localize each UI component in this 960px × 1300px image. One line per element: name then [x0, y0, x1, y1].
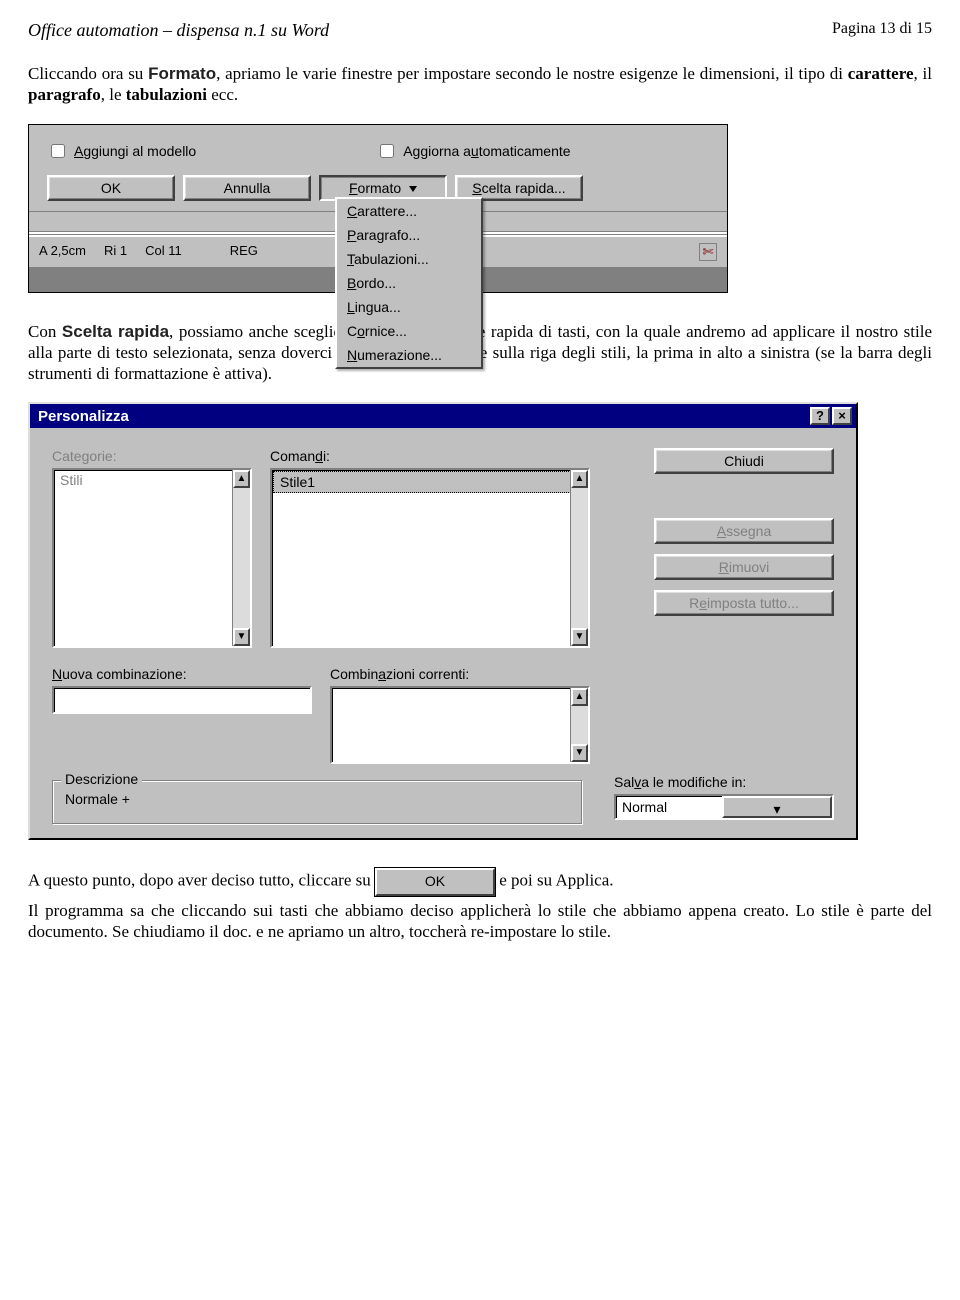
text: , il: [914, 64, 932, 83]
ok-button-inline[interactable]: OK: [375, 868, 495, 896]
checkbox-aggiorna-auto[interactable]: Aggiorna automaticamenteAggiorna automat…: [376, 141, 570, 161]
fieldset-descrizione: Descrizione Normale +: [52, 780, 582, 824]
scroll-down-icon[interactable]: ▼: [233, 628, 250, 646]
scroll-up-icon[interactable]: ▲: [571, 470, 588, 488]
text: Cliccando ora su: [28, 64, 148, 83]
input-nuova-combinazione[interactable]: [52, 686, 312, 714]
menu-item-tabulazioni[interactable]: Tabulazioni...: [337, 247, 481, 271]
menu-item-paragrafo[interactable]: Paragrafo...: [337, 223, 481, 247]
bold-tabulazioni: tabulazioni: [126, 85, 207, 104]
combo-salva-in[interactable]: Normal ▾: [614, 794, 834, 820]
doc-header-title: Office automation – dispensa n.1 su Word: [28, 20, 329, 41]
scroll-up-icon[interactable]: ▲: [571, 688, 588, 706]
help-button[interactable]: ?: [810, 407, 830, 425]
label-salva-in: Salva le modifiche in:Salva le modifiche…: [614, 774, 834, 790]
label-categorie: Categorie:Categorie:: [52, 448, 252, 464]
text: , apriamo le varie finestre per impostar…: [216, 64, 848, 83]
listbox-comandi[interactable]: Stile1 ▲ ▼: [270, 468, 590, 648]
paragraph-4: Il programma sa che cliccando sui tasti …: [28, 900, 932, 943]
scroll-down-icon[interactable]: ▼: [571, 744, 588, 762]
keyword-scelta-rapida: Scelta rapida: [62, 322, 169, 341]
close-button[interactable]: ×: [832, 407, 852, 425]
text: A questo punto, dopo aver deciso tutto, …: [28, 871, 375, 890]
paragraph-3: A questo punto, dopo aver deciso tutto, …: [28, 868, 932, 896]
menu-item-carattere[interactable]: Carattere...: [337, 199, 481, 223]
assegna-button[interactable]: AssegnaAssegna: [654, 518, 834, 544]
titlebar: Personalizza ? ×: [30, 404, 856, 428]
annulla-button[interactable]: Annulla: [183, 175, 311, 201]
text: , le: [101, 85, 126, 104]
label-nuova-combinazione: Nuova combinazione:Nuova combinazione:: [52, 666, 312, 682]
bold-paragrafo: paragrafo: [28, 85, 101, 104]
checkbox-aggiungi-modello[interactable]: AAggiungi al modelloggiungi al modello: [47, 141, 196, 161]
keyword-formato: Formato: [148, 64, 216, 83]
text: ecc.: [207, 85, 238, 104]
listbox-correnti[interactable]: ▲ ▼: [330, 686, 590, 764]
status-column: Col 11: [145, 243, 182, 261]
text: e poi su Applica.: [495, 871, 614, 890]
menu-item-numerazione[interactable]: Numerazione...: [337, 343, 481, 367]
text: Con: [28, 322, 62, 341]
rimuovi-button[interactable]: RimuoviRimuovi: [654, 554, 834, 580]
legend-descrizione: Descrizione: [61, 771, 142, 787]
scrollbar[interactable]: ▲ ▼: [232, 470, 250, 646]
status-line: Ri 1: [104, 243, 127, 261]
chevron-down-icon: [409, 186, 417, 192]
bold-carattere: carattere: [848, 64, 914, 83]
ok-button[interactable]: OK: [47, 175, 175, 201]
descrizione-value: Normale +: [65, 791, 130, 807]
scissors-icon: ✄: [699, 243, 717, 261]
listbox-categorie[interactable]: Stili ▲ ▼: [52, 468, 252, 648]
reimposta-button[interactable]: Reimposta tutto...Reimposta tutto...: [654, 590, 834, 616]
formato-dropdown-menu: Carattere... Paragrafo... Tabulazioni...…: [335, 197, 483, 369]
list-item[interactable]: Stili: [54, 470, 250, 490]
chevron-down-icon[interactable]: ▾: [722, 796, 832, 818]
list-item-selected[interactable]: Stile1: [273, 471, 587, 493]
menu-item-cornice[interactable]: Cornice...: [337, 319, 481, 343]
screenshot-personalizza-dialog: Personalizza ? × Categorie:Categorie: St…: [28, 402, 858, 840]
scroll-up-icon[interactable]: ▲: [233, 470, 250, 488]
checkbox-input[interactable]: [380, 144, 394, 158]
status-position: A 2,5cm: [39, 243, 86, 261]
label-comandi: Comandi:Comandi:: [270, 448, 590, 464]
scroll-down-icon[interactable]: ▼: [571, 628, 588, 646]
checkbox-input[interactable]: [51, 144, 65, 158]
chiudi-button[interactable]: Chiudi: [654, 448, 834, 474]
label-combinazioni-correnti: Combinazioni correnti:Combinazioni corre…: [330, 666, 590, 682]
screenshot-format-dialog: AAggiungi al modelloggiungi al modello A…: [28, 124, 728, 293]
paragraph-1: Cliccando ora su Formato, apriamo le var…: [28, 63, 932, 106]
scrollbar[interactable]: ▲ ▼: [570, 688, 588, 762]
menu-item-bordo[interactable]: Bordo...: [337, 271, 481, 295]
menu-item-lingua[interactable]: Lingua...: [337, 295, 481, 319]
scrollbar[interactable]: ▲ ▼: [570, 470, 588, 646]
window-title: Personalizza: [38, 408, 129, 425]
combo-value: Normal: [616, 796, 722, 818]
doc-header-page: Pagina 13 di 15: [832, 20, 932, 41]
status-reg: REG: [230, 243, 258, 261]
